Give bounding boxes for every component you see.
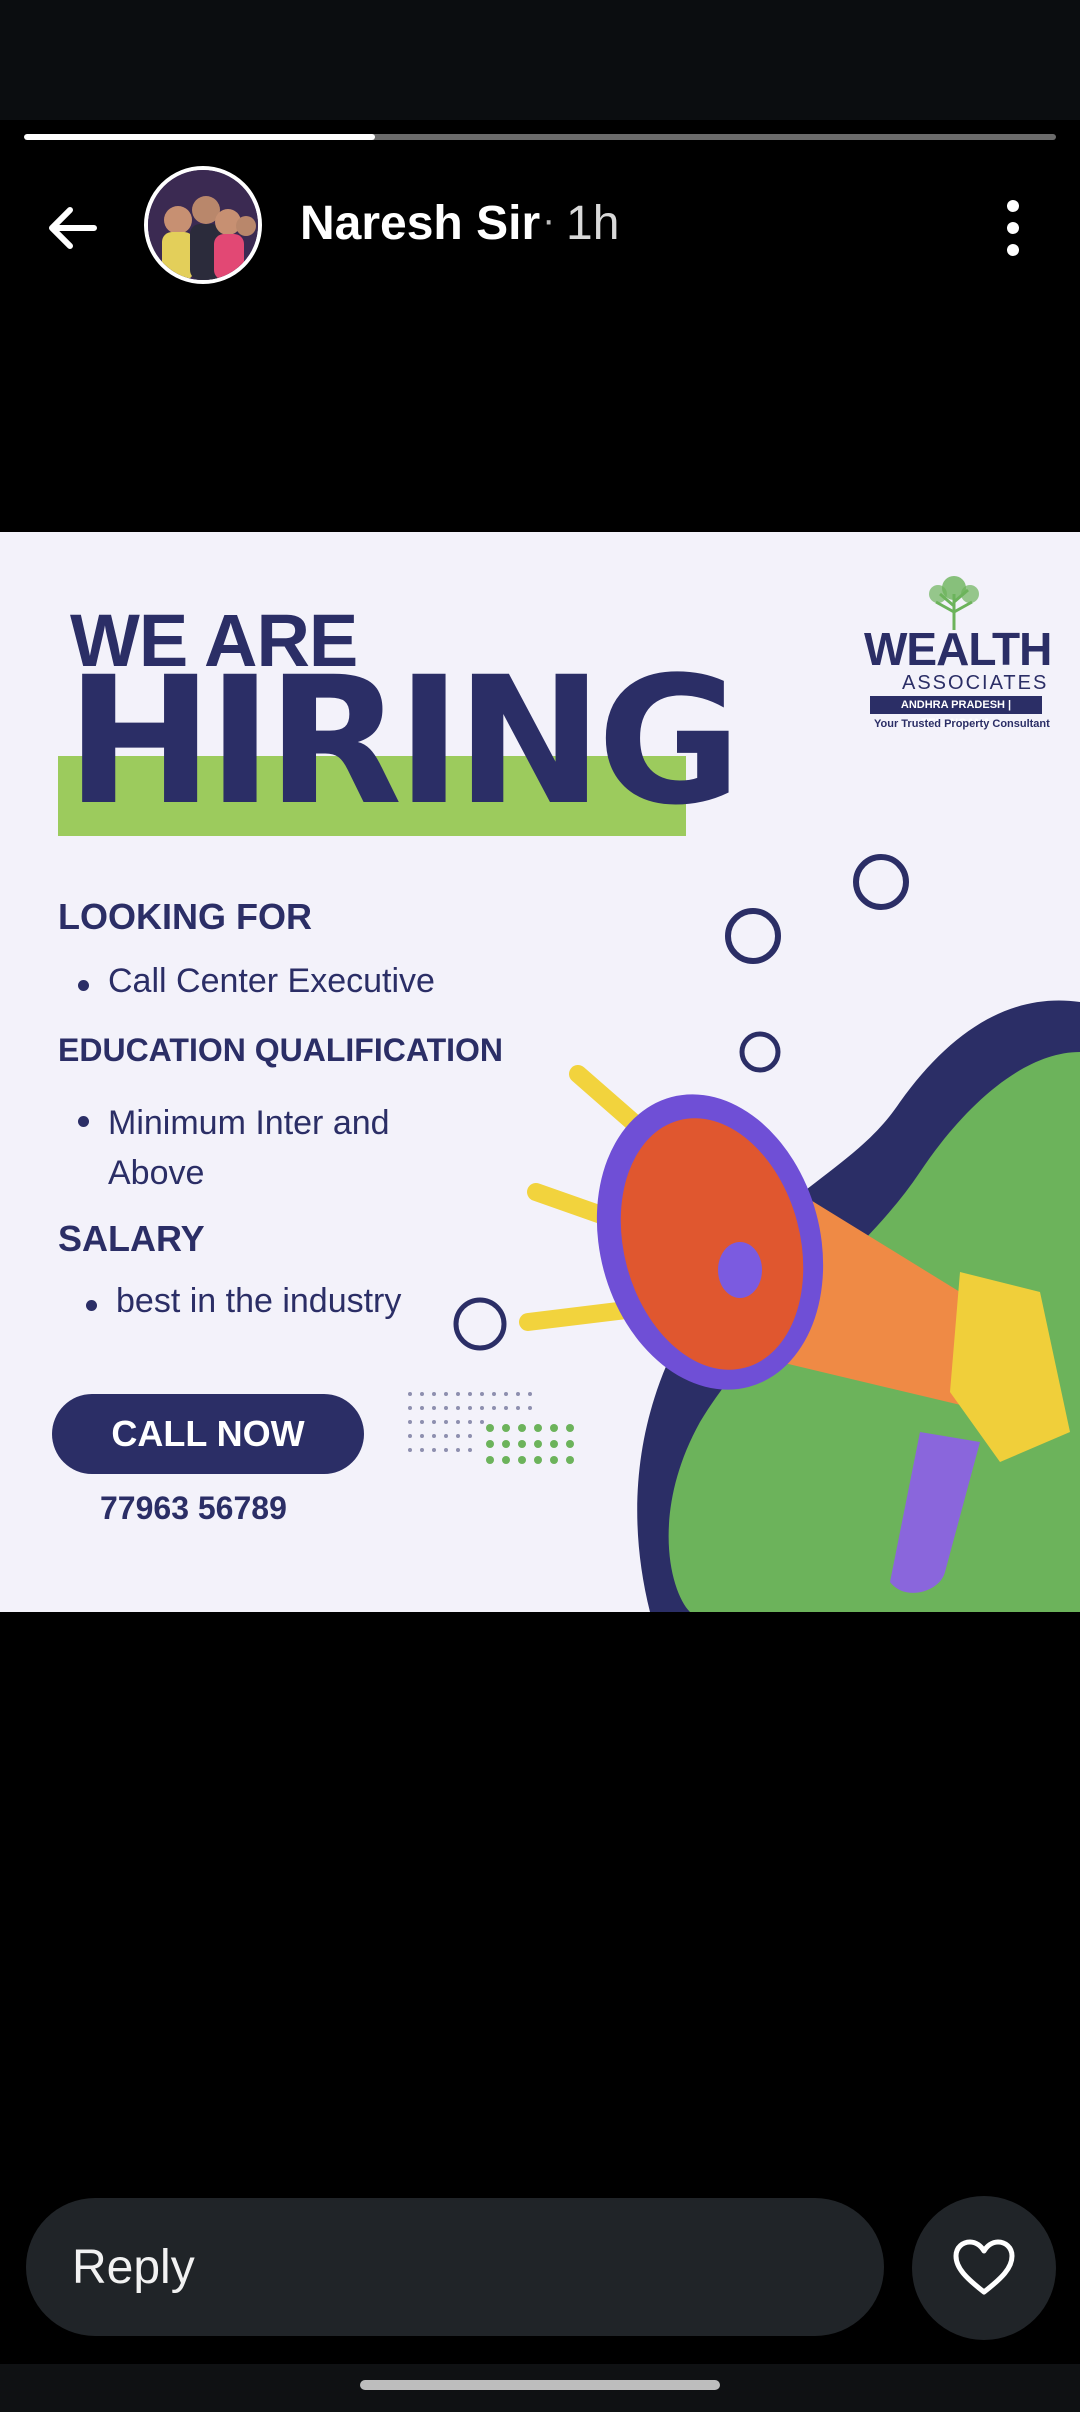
home-gesture-handle[interactable] [360,2380,720,2390]
avatar-photo [148,170,258,280]
like-button[interactable] [912,2196,1056,2340]
arrow-left-icon [49,207,97,249]
bullet-item: Call Center Executive [78,962,435,1000]
reply-placeholder: Reply [72,2241,195,2294]
bullet-item: Minimum Inter and Above [78,1098,468,1198]
logo-tagline: Your Trusted Property Consultant [874,718,1050,730]
avatar[interactable] [144,166,262,284]
story-progress-bar [24,134,1056,140]
more-vertical-icon-dot [1007,244,1019,256]
story-progress-fill [24,134,375,140]
back-button[interactable] [36,192,108,264]
logo-associates: ASSOCIATES [902,672,1049,694]
logo-name: WEALTH [864,623,1052,675]
more-vertical-icon-dot [1007,222,1019,234]
more-vertical-icon-dot [1007,200,1019,212]
call-now-button: CALL NOW [52,1394,364,1474]
wealth-associates-logo: WEALTH ASSOCIATES ANDHRA PRADESH | TELAN… [864,572,1052,730]
section-heading-looking-for: LOOKING FOR [58,896,312,937]
poster-hiring: HIRING [66,639,742,844]
section-heading-salary: SALARY [58,1218,205,1259]
more-options-button[interactable] [998,192,1028,264]
story-username[interactable]: Naresh Sir [300,196,540,251]
heart-icon [953,2239,1015,2295]
separator-dot: · [542,198,556,242]
story-image[interactable]: WE ARE HIRING WEALTH ASSOCIATES ANDHRA P… [0,532,1080,1612]
bullet-item: best in the industry [85,1282,402,1320]
section-heading-education: EDUCATION QUALIFICATION [58,1032,503,1068]
status-area [0,0,1080,120]
story-time: 1h [566,197,620,250]
logo-region-band: ANDHRA PRADESH | TELANGANA [870,696,1042,729]
phone-number: 77963 56789 [100,1490,287,1526]
